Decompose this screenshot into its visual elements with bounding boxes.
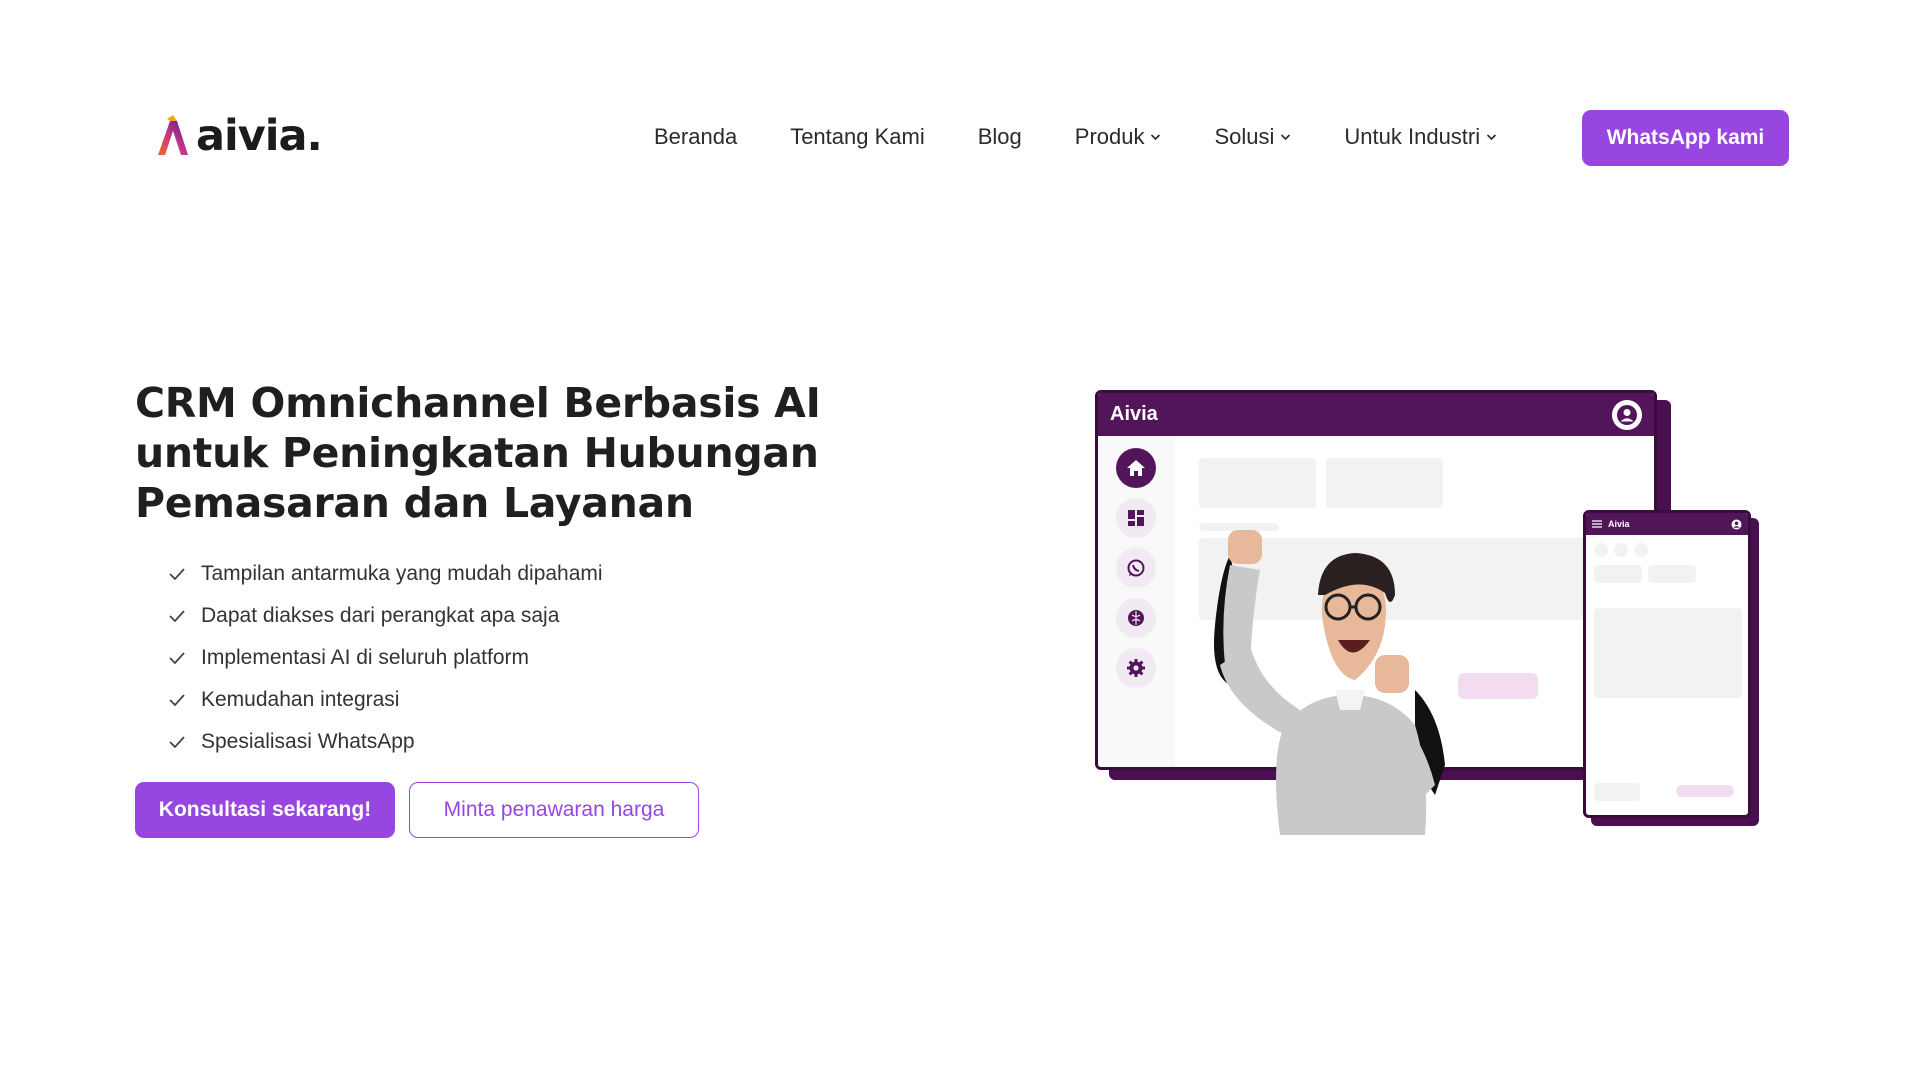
feature-item: Tampilan antarmuka yang mudah dipahami xyxy=(168,553,603,595)
hero-title-line: CRM Omnichannel Berbasis AI xyxy=(135,379,821,427)
site-header: aivia. Beranda Tentang Kami Blog Produk … xyxy=(0,108,1920,168)
nav-item-solusi[interactable]: Solusi xyxy=(1214,124,1291,150)
feature-label: Dapat diakses dari perangkat apa saja xyxy=(201,604,560,627)
phone-title: Aivia xyxy=(1608,519,1630,529)
nav-item-beranda[interactable]: Beranda xyxy=(654,124,737,150)
feature-label: Tampilan antarmuka yang mudah dipahami xyxy=(201,562,603,585)
nav-item-tentang-kami[interactable]: Tentang Kami xyxy=(790,124,925,150)
nav-item-label: Blog xyxy=(977,124,1022,149)
app-window-title: Aivia xyxy=(1110,403,1158,425)
check-icon xyxy=(169,652,185,665)
nav-item-label: Beranda xyxy=(654,124,738,149)
content-placeholder xyxy=(1326,458,1443,508)
nav-item-label: Produk xyxy=(1074,124,1145,149)
feature-item: Kemudahan integrasi xyxy=(168,679,603,721)
feature-list: Tampilan antarmuka yang mudah dipahami D… xyxy=(168,553,603,763)
logo[interactable]: aivia. xyxy=(155,110,323,161)
content-placeholder xyxy=(1594,608,1742,698)
chevron-down-icon xyxy=(1281,134,1291,141)
check-icon xyxy=(169,694,185,707)
user-avatar-icon xyxy=(1612,399,1642,430)
request-quote-button[interactable]: Minta penawaran harga xyxy=(409,782,699,838)
logo-mark-icon xyxy=(158,115,188,155)
check-icon xyxy=(169,736,185,749)
content-placeholder xyxy=(1199,458,1316,508)
content-placeholder xyxy=(1634,543,1648,557)
hero-title-line: untuk Peningkatan Hubungan xyxy=(135,429,819,477)
content-placeholder xyxy=(1594,565,1642,583)
feature-label: Implementasi AI di seluruh platform xyxy=(201,646,529,669)
feature-label: Kemudahan integrasi xyxy=(201,688,400,711)
home-icon xyxy=(1116,448,1156,488)
main-nav: Beranda Tentang Kami Blog Produk Solusi … xyxy=(654,108,1550,166)
hero-title: CRM Omnichannel Berbasis AI untuk Pening… xyxy=(135,378,855,528)
feature-item: Dapat diakses dari perangkat apa saja xyxy=(168,595,603,637)
content-placeholder xyxy=(1594,783,1640,801)
whatsapp-button[interactable]: WhatsApp kami xyxy=(1582,110,1789,166)
nav-item-produk[interactable]: Produk xyxy=(1075,124,1162,150)
dashboard-icon xyxy=(1116,498,1156,538)
ai-brain-icon xyxy=(1116,598,1156,638)
action-placeholder xyxy=(1676,785,1734,797)
feature-item: Spesialisasi WhatsApp xyxy=(168,721,603,763)
feature-label: Spesialisasi WhatsApp xyxy=(201,730,415,753)
nav-item-label: Tentang Kami xyxy=(790,124,925,149)
app-window-titlebar: Aivia xyxy=(1098,393,1654,436)
celebrating-person-image xyxy=(1214,530,1445,835)
menu-icon xyxy=(1592,520,1602,528)
chevron-down-icon xyxy=(1151,134,1161,141)
settings-icon xyxy=(1116,648,1156,688)
feature-item: Implementasi AI di seluruh platform xyxy=(168,637,603,679)
hero-illustration: Aivia Aivia xyxy=(1095,390,1765,835)
nav-item-blog[interactable]: Blog xyxy=(978,124,1022,150)
nav-item-label: Solusi xyxy=(1214,124,1275,149)
app-sidebar xyxy=(1098,436,1175,767)
consult-now-button[interactable]: Konsultasi sekarang! xyxy=(135,782,395,838)
user-avatar-icon xyxy=(1731,519,1742,529)
check-icon xyxy=(169,568,185,581)
nav-item-untuk-industri[interactable]: Untuk Industri xyxy=(1344,124,1497,150)
content-placeholder xyxy=(1614,543,1628,557)
check-icon xyxy=(169,610,185,623)
content-placeholder xyxy=(1594,543,1608,557)
phone-mockup: Aivia xyxy=(1583,510,1751,818)
hero-title-line: Pemasaran dan Layanan xyxy=(135,479,694,527)
phone-titlebar: Aivia xyxy=(1586,513,1748,535)
chevron-down-icon xyxy=(1487,134,1497,141)
logo-text: aivia. xyxy=(196,110,323,161)
content-placeholder xyxy=(1648,565,1696,583)
whatsapp-icon xyxy=(1116,548,1156,588)
nav-item-label: Untuk Industri xyxy=(1344,124,1481,149)
